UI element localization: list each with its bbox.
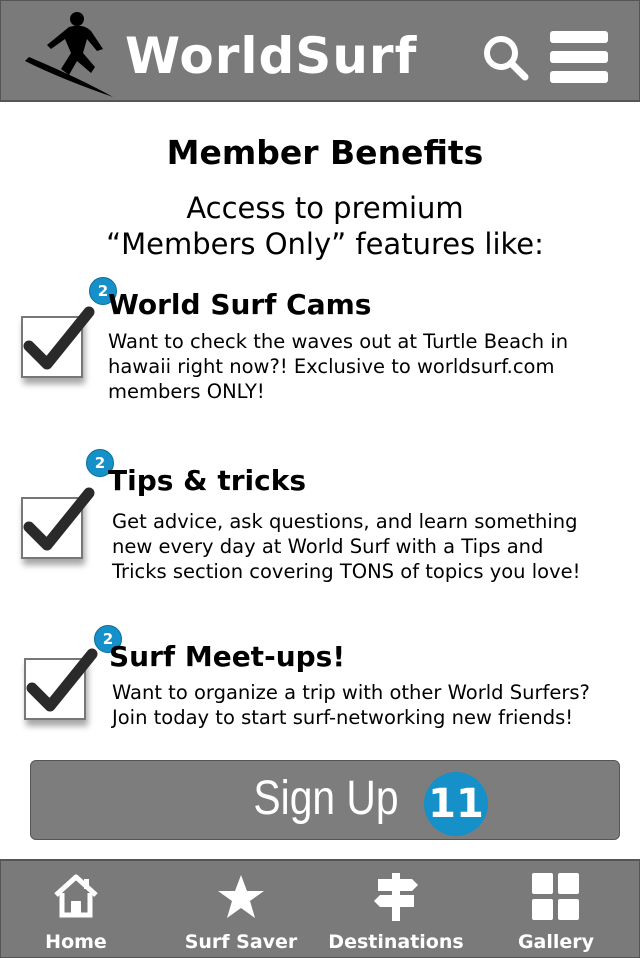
feature-title: Tips & tricks — [108, 464, 306, 497]
nav-item-surf-saver[interactable]: Surf Saver — [161, 861, 321, 957]
surfer-icon[interactable] — [21, 9, 121, 101]
nav-item-gallery[interactable]: Gallery — [476, 861, 636, 957]
signpost-icon — [374, 873, 418, 921]
checkbox-world-surf-cams[interactable] — [21, 306, 95, 382]
page-title: Member Benefits — [166, 133, 484, 172]
feature-title: World Surf Cams — [108, 288, 372, 321]
nav-label: Surf Saver — [184, 931, 298, 953]
feature-title: Surf Meet-ups! — [109, 640, 346, 673]
nav-label: Destinations — [328, 931, 464, 953]
app-header: WorldSurf — [0, 0, 640, 102]
checkmark-icon — [23, 487, 95, 551]
sign-up-label: Sign Up — [253, 772, 399, 825]
intro-line: Access to premium — [186, 191, 464, 225]
checkbox-tips-tricks[interactable] — [21, 487, 95, 563]
nav-label: Home — [45, 931, 107, 953]
checkmark-icon — [23, 306, 95, 370]
star-icon — [218, 875, 264, 918]
feature-description: Get advice, ask questions, and learn som… — [112, 510, 581, 583]
feature-description: Want to check the waves out at Turtle Be… — [108, 330, 569, 403]
intro-text: Access to premium “Members Only” feature… — [0, 190, 640, 262]
nav-item-home[interactable]: Home — [0, 861, 156, 957]
checkbox-surf-meetups[interactable] — [24, 648, 98, 724]
sign-up-button[interactable]: Sign Up — [30, 760, 620, 840]
bottom-nav: Home Surf Saver Destinations Gallery — [0, 859, 640, 958]
brand-name: WorldSurf — [125, 27, 418, 85]
sign-up-badge: 11 — [424, 772, 488, 836]
feature-description: Want to organize a trip with other World… — [112, 681, 590, 729]
hamburger-menu-icon[interactable] — [550, 31, 608, 85]
nav-label: Gallery — [517, 931, 595, 953]
intro-line: “Members Only” features like: — [106, 227, 544, 261]
grid-icon — [532, 873, 579, 920]
search-icon[interactable] — [481, 33, 531, 83]
checkmark-icon — [26, 648, 98, 712]
home-icon — [54, 874, 98, 918]
nav-item-destinations[interactable]: Destinations — [316, 861, 476, 957]
